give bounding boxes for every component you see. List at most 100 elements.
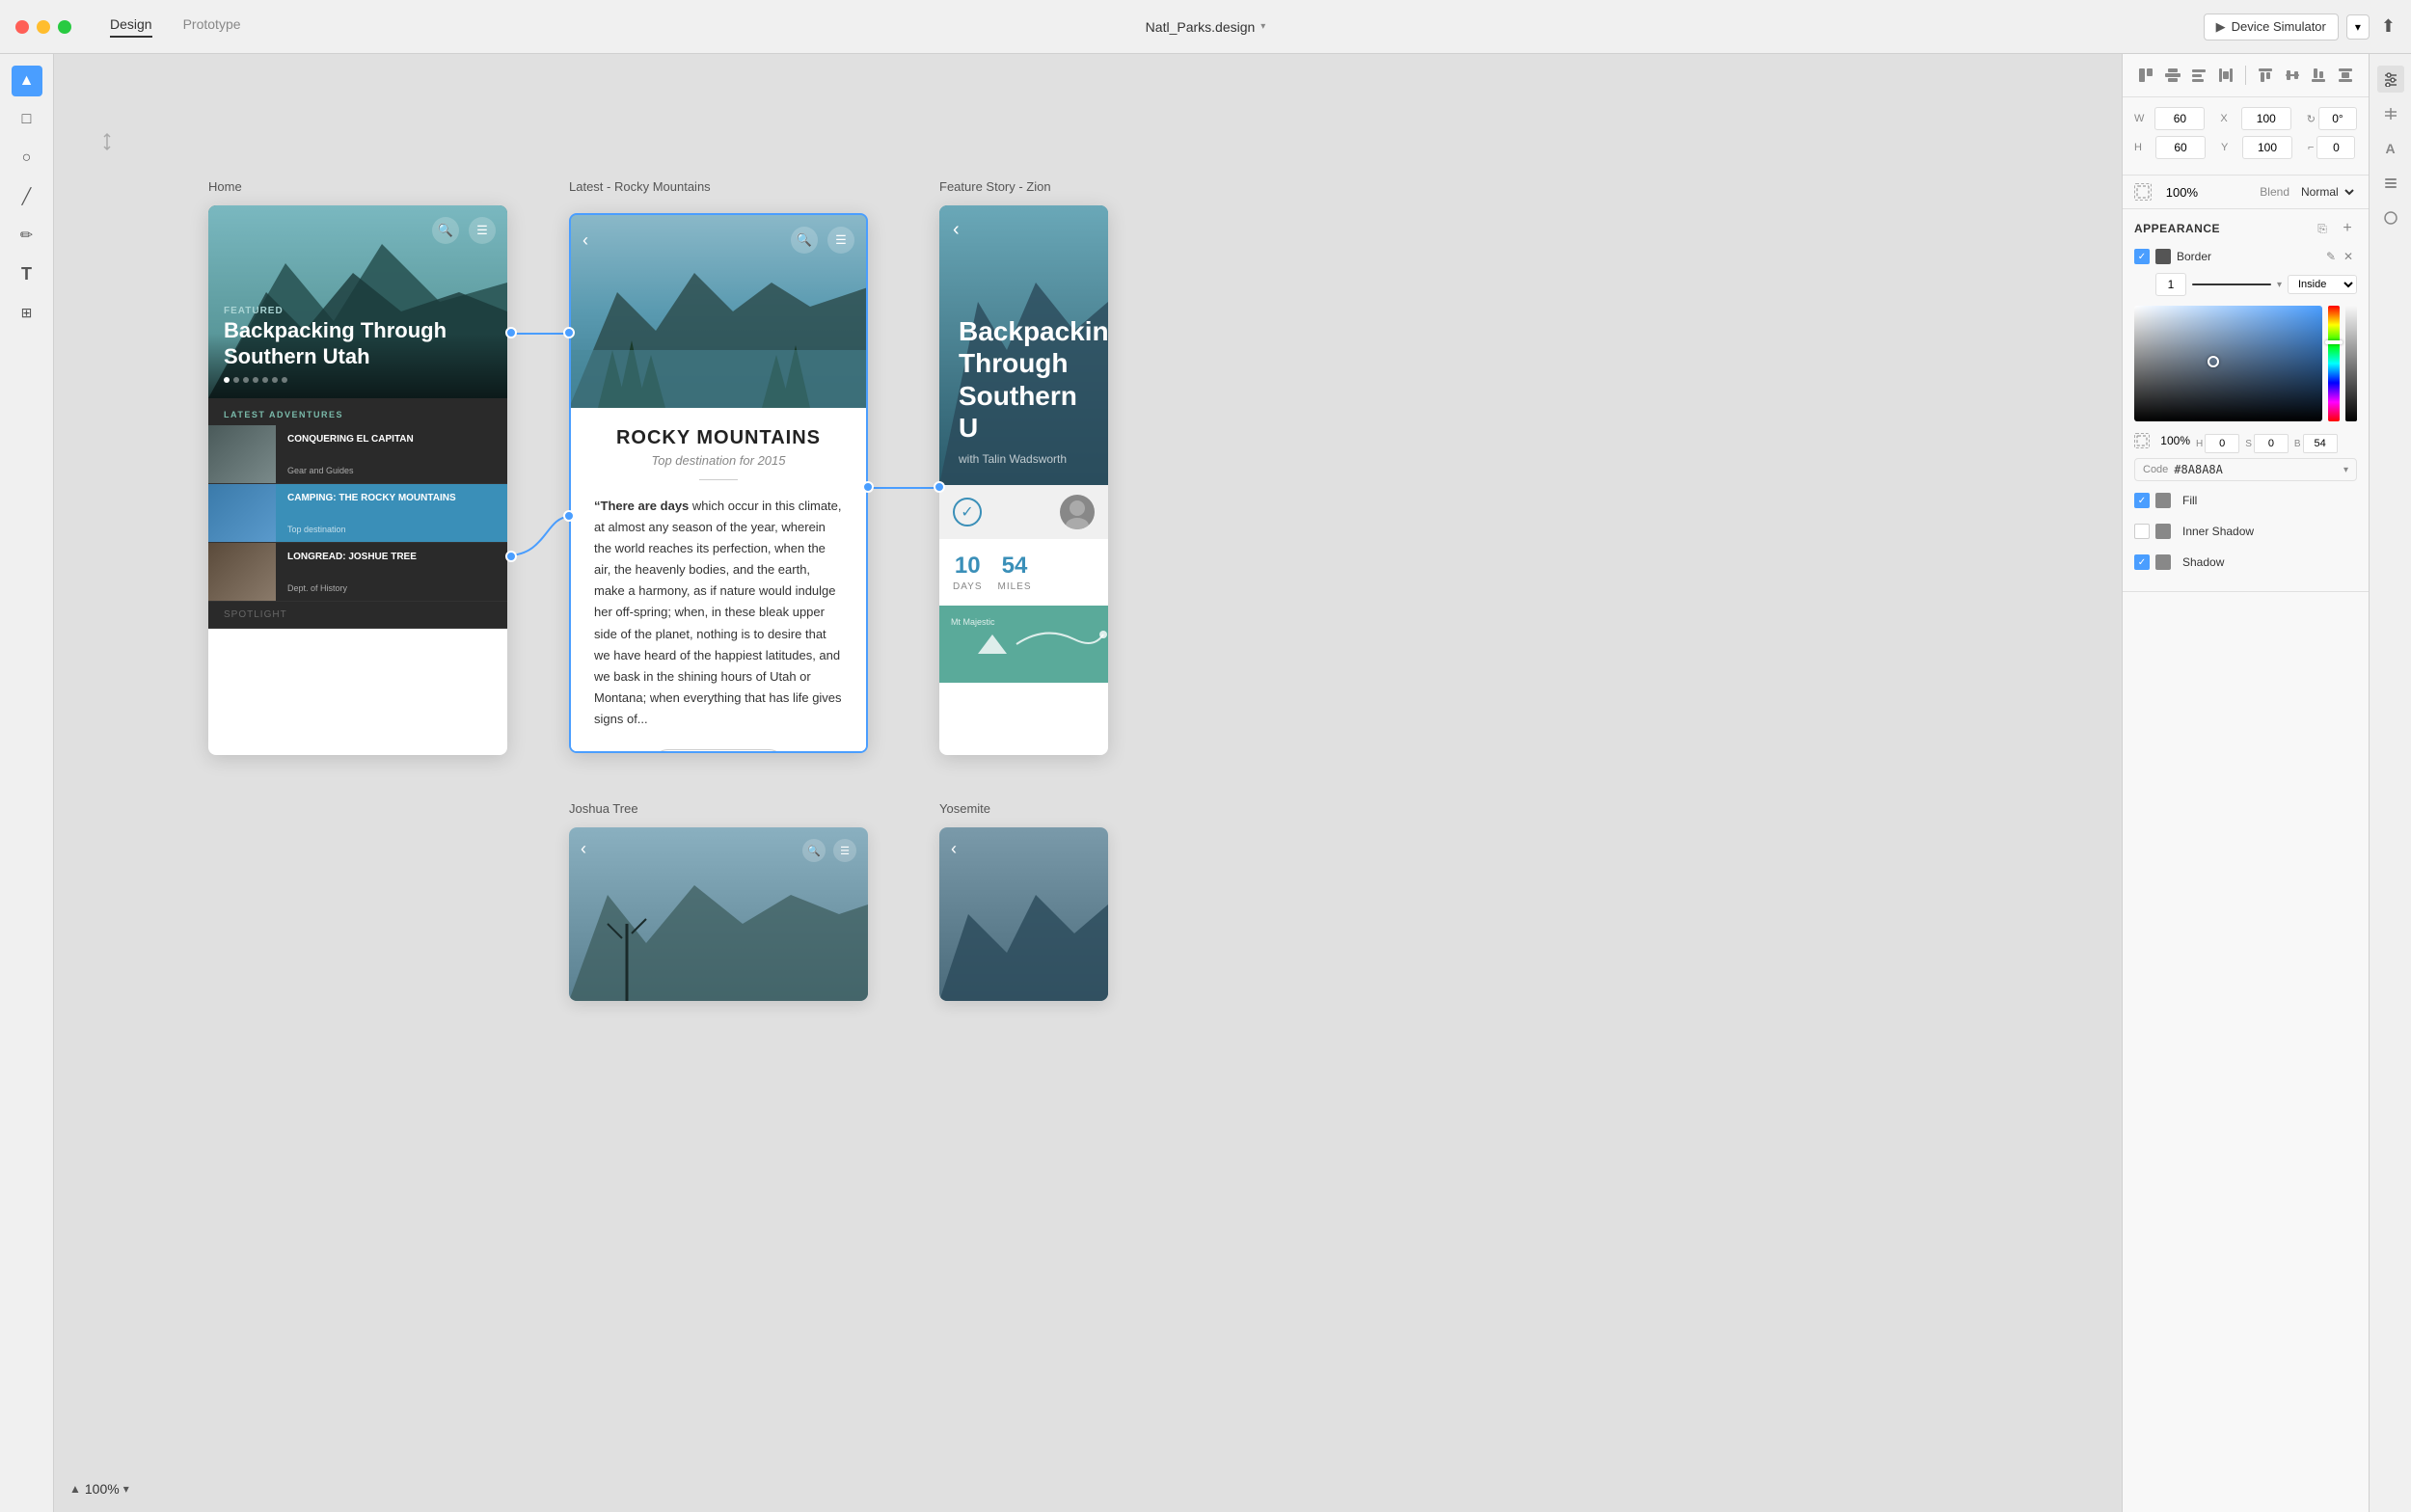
tab-prototype[interactable]: Prototype <box>183 16 241 38</box>
yosemite-back[interactable]: ‹ <box>951 839 957 859</box>
hue-handle[interactable] <box>2325 340 2343 344</box>
color-handle[interactable] <box>2208 356 2219 367</box>
border-color-swatch[interactable] <box>2155 249 2171 264</box>
tool-text[interactable]: T <box>12 258 42 289</box>
traffic-lights <box>15 20 71 34</box>
connector-dot-5 <box>862 481 874 493</box>
color-gradient-area[interactable] <box>2134 306 2322 421</box>
article-menu-icon[interactable]: ☰ <box>827 227 854 254</box>
border-chevron-icon[interactable]: ▾ <box>2277 280 2282 290</box>
fullscreen-button[interactable] <box>58 20 71 34</box>
inner-shadow-row: Inner Shadow <box>2134 520 2357 543</box>
shadow-color-swatch[interactable] <box>2155 554 2171 570</box>
border-checkbox[interactable]: ✓ <box>2134 249 2150 264</box>
far-right-adjust-btn[interactable] <box>2377 100 2404 127</box>
h-input[interactable] <box>2155 136 2206 159</box>
fill-row: ✓ Fill <box>2134 489 2357 512</box>
tab-design[interactable]: Design <box>110 16 152 38</box>
h-input[interactable] <box>2205 434 2239 453</box>
rotation-input[interactable] <box>2318 107 2357 130</box>
appearance-section: APPEARANCE ⎘ + ✓ Border ✎ ✕ ▾ In <box>2123 209 2369 592</box>
border-row: ✓ Border ✎ ✕ <box>2134 248 2357 265</box>
close-button[interactable] <box>15 20 29 34</box>
far-right-sliders-btn[interactable] <box>2377 66 2404 93</box>
zion-check-row: ✓ <box>939 485 1108 539</box>
zoom-down-icon[interactable]: ▾ <box>123 1482 129 1496</box>
far-right-layers-btn[interactable] <box>2377 170 2404 197</box>
zion-back-btn[interactable]: ‹ <box>953 219 960 241</box>
x-input[interactable] <box>2241 107 2291 130</box>
align-middle-v[interactable] <box>2281 64 2304 87</box>
shadow-checkbox[interactable]: ✓ <box>2134 554 2150 570</box>
tool-ellipse[interactable]: ○ <box>12 143 42 174</box>
opacity-icon <box>2134 183 2152 201</box>
align-distribute-v[interactable] <box>2334 64 2357 87</box>
align-bars[interactable] <box>2188 64 2211 87</box>
hue-bar[interactable] <box>2328 306 2340 421</box>
opacity-icon2 <box>2134 433 2150 448</box>
simulate-chevron-button[interactable]: ▾ <box>2346 14 2370 40</box>
tool-pen[interactable]: ✏ <box>12 220 42 251</box>
inner-shadow-checkbox[interactable] <box>2134 524 2150 539</box>
hero-tag: FEATURED <box>224 306 492 316</box>
fill-checkbox[interactable]: ✓ <box>2134 493 2150 508</box>
corner-group: ⌐ <box>2308 136 2355 159</box>
blend-select[interactable]: Normal Multiply Screen Overlay <box>2297 184 2357 200</box>
avatar <box>1060 495 1095 529</box>
align-center-h[interactable] <box>2161 64 2184 87</box>
list-item-1[interactable]: CONQUERING EL CAPITAN Gear and Guides <box>208 425 507 484</box>
article-search-icon[interactable]: 🔍 <box>791 227 818 254</box>
toolbar-right: ▶ Device Simulator ▾ ⬆ <box>2204 14 2396 40</box>
align-top[interactable] <box>2254 64 2277 87</box>
inner-shadow-color-swatch[interactable] <box>2155 524 2171 539</box>
b-input[interactable] <box>2303 434 2338 453</box>
minimize-button[interactable] <box>37 20 50 34</box>
code-chevron-icon[interactable]: ▾ <box>2343 465 2348 475</box>
copy-icon[interactable]: ⎘ <box>2313 219 2332 238</box>
phone-frame-zion: ‹ Backpacking Through Southern U with Ta… <box>939 205 1108 755</box>
tool-line[interactable]: ╱ <box>12 181 42 212</box>
joshua-search-icon[interactable]: 🔍 <box>802 839 826 862</box>
corner-input[interactable] <box>2316 136 2355 159</box>
list-title-3: LONGREAD: JOSHUE TREE <box>287 551 496 563</box>
file-title-chevron[interactable]: ▾ <box>1260 21 1265 32</box>
list-sub-1: Gear and Guides <box>287 466 496 475</box>
joshua-back[interactable]: ‹ <box>581 839 586 859</box>
w-label: W <box>2134 113 2147 124</box>
border-position-select[interactable]: Inside Outside Center <box>2288 275 2357 294</box>
far-right-typography-btn[interactable]: A <box>2377 135 2404 162</box>
align-distribute[interactable] <box>2214 64 2237 87</box>
align-left-top[interactable] <box>2134 64 2157 87</box>
hero-section: 🔍 ☰ FEATURED Backpacking Through Souther… <box>208 205 507 398</box>
back-button[interactable]: ‹ <box>582 230 588 251</box>
search-icon[interactable]: 🔍 <box>432 217 459 244</box>
fill-color-swatch[interactable] <box>2155 493 2171 508</box>
joshua-nav: 🔍 ☰ <box>802 839 856 862</box>
list-content-3: LONGREAD: JOSHUE TREE Dept. of History <box>276 543 507 601</box>
far-right-circle-btn[interactable] <box>2377 204 2404 231</box>
border-delete-icon[interactable]: ✕ <box>2340 248 2357 265</box>
border-edit-icon[interactable]: ✎ <box>2322 248 2340 265</box>
tool-artboard[interactable]: ⊞ <box>12 297 42 328</box>
add-icon[interactable]: + <box>2338 219 2357 238</box>
simulate-button[interactable]: ▶ Device Simulator <box>2204 14 2339 40</box>
list-item-2[interactable]: CAMPING: THE ROCKY MOUNTAINS Top destina… <box>208 484 507 543</box>
days-label: DAYS <box>953 581 983 592</box>
zoom-up-icon[interactable]: ▲ <box>69 1482 81 1496</box>
tool-select[interactable]: ▲ <box>12 66 42 96</box>
article-hero: ‹ 🔍 ☰ <box>571 215 866 408</box>
align-bottom[interactable] <box>2307 64 2330 87</box>
tool-rectangle[interactable]: □ <box>12 104 42 135</box>
joshua-menu-icon[interactable]: ☰ <box>833 839 856 862</box>
menu-icon[interactable]: ☰ <box>469 217 496 244</box>
y-input[interactable] <box>2242 136 2292 159</box>
color-picker-container: 100% H S B <box>2134 306 2357 481</box>
appearance-header: APPEARANCE ⎘ + <box>2134 219 2357 238</box>
s-input[interactable] <box>2254 434 2289 453</box>
alpha-bar[interactable] <box>2345 306 2357 421</box>
w-input[interactable] <box>2154 107 2205 130</box>
see-more-button[interactable]: SEE MORE <box>651 749 786 753</box>
share-button[interactable]: ⬆ <box>2381 16 2396 37</box>
border-width-input[interactable] <box>2155 273 2186 296</box>
list-item-3[interactable]: LONGREAD: JOSHUE TREE Dept. of History <box>208 543 507 602</box>
